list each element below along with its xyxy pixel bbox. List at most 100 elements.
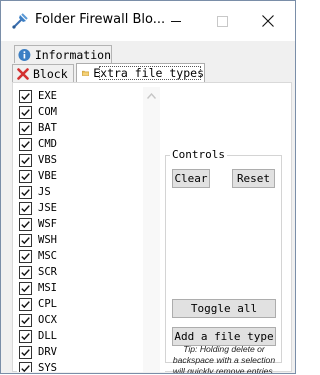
clear-button[interactable]: Clear [172,169,210,188]
list-item[interactable]: COM [17,104,143,120]
minimize-button[interactable] [153,1,199,41]
list-item[interactable]: WSF [17,216,143,232]
minimize-icon [171,20,181,22]
checkmark-icon [21,188,30,196]
checkmark-icon [21,204,30,212]
extension-label: WSH [38,234,57,246]
checkmark-icon [21,364,30,372]
extension-label: OCX [38,314,57,326]
close-button[interactable] [245,1,291,41]
app-window: Folder Firewall Blo... Information Block [0,0,296,374]
checkbox[interactable] [19,169,32,183]
checkbox[interactable] [19,329,32,343]
list-item[interactable]: MSC [17,248,143,264]
list-item[interactable]: SCR [17,264,143,280]
list-item[interactable]: CMD [17,136,143,152]
checkbox[interactable] [19,345,32,359]
checkbox[interactable] [19,265,32,279]
checkmark-icon [21,156,30,164]
controls-group: Controls Clear Reset Toggle all Add a fi… [165,148,282,373]
reset-button[interactable]: Reset [232,169,275,188]
list-scrollbar[interactable] [143,87,160,372]
checkbox[interactable] [19,361,32,372]
tab-block-label: Block [33,66,68,81]
tab-extra-file-types[interactable]: Extra file types [76,63,205,82]
extension-label: DLL [38,330,57,342]
controls-group-title: Controls [170,148,227,161]
extension-label: VBS [38,154,57,166]
window-title: Folder Firewall Blo... [35,12,166,27]
red-x-icon [17,67,29,80]
checkmark-icon [21,172,30,180]
file-type-list[interactable]: SYS DRV DLL OCX CPL MSI SCR MSC WSH WSF JSE JS VBE VB… [17,87,165,372]
title-bar[interactable]: Folder Firewall Blo... [1,1,295,41]
checkmark-icon [21,140,30,148]
checkbox[interactable] [19,233,32,247]
list-item[interactable]: SYS [17,360,143,372]
checkmark-icon [21,220,30,228]
extension-label: CMD [38,138,57,150]
checkmark-icon [21,108,30,116]
list-item[interactable]: VBS [17,152,143,168]
list-item[interactable]: EXE [17,88,143,104]
extension-label: VBE [38,170,57,182]
checkbox[interactable] [19,89,32,103]
list-item[interactable]: MSI [17,280,143,296]
checkmark-icon [21,268,30,276]
extra-file-types-panel: SYS DRV DLL OCX CPL MSI SCR MSC WSH WSF JSE JS VBE VB… [12,82,292,373]
checkmark-icon [21,300,30,308]
checkbox[interactable] [19,281,32,295]
checkbox[interactable] [19,201,32,215]
close-icon [262,15,274,27]
checkmark-icon [21,92,30,100]
checkbox[interactable] [19,217,32,231]
checkbox[interactable] [19,313,32,327]
app-icon [12,13,28,29]
info-icon [18,48,31,61]
checkbox[interactable] [19,297,32,311]
maximize-icon [216,15,228,27]
tab-information[interactable]: Information [14,45,112,63]
checkmark-icon [21,236,30,244]
list-item[interactable]: DRV [17,344,143,360]
scroll-up-icon[interactable] [147,93,156,99]
list-item[interactable]: WSH [17,232,143,248]
list-item[interactable]: DLL [17,328,143,344]
extension-label: WSF [38,218,57,230]
checkbox[interactable] [19,137,32,151]
focus-rectangle [99,66,201,80]
checkmark-icon [21,284,30,292]
extension-label: CPL [38,298,57,310]
checkmark-icon [21,348,30,356]
extension-label: JSE [38,202,57,214]
tab-information-label: Information [34,47,111,62]
checkbox[interactable] [19,185,32,199]
checkbox[interactable] [19,249,32,263]
checkmark-icon [21,316,30,324]
list-item[interactable]: JS [17,184,143,200]
list-item[interactable]: OCX [17,312,143,328]
extension-label: MSC [38,250,57,262]
extension-label: COM [38,106,57,118]
extension-label: SCR [38,266,57,278]
checkmark-icon [21,252,30,260]
folder-icon [82,70,90,76]
extension-label: BAT [38,122,57,134]
list-item[interactable]: VBE [17,168,143,184]
maximize-button[interactable] [199,1,245,41]
checkbox[interactable] [19,121,32,135]
list-item[interactable]: CPL [17,296,143,312]
checkbox[interactable] [19,105,32,119]
toggle-all-button[interactable]: Toggle all [172,299,276,318]
extension-label: DRV [38,346,57,358]
client-area: Information Block Extra file types SYS DR… [1,41,295,373]
extension-label: EXE [38,90,57,102]
checkbox[interactable] [19,153,32,167]
tab-block[interactable]: Block [12,64,74,82]
extension-label: MSI [38,282,57,294]
extension-label: SYS [38,362,57,372]
checkmark-icon [21,124,30,132]
list-item[interactable]: JSE [17,200,143,216]
extension-label: JS [38,186,51,198]
list-item[interactable]: BAT [17,120,143,136]
